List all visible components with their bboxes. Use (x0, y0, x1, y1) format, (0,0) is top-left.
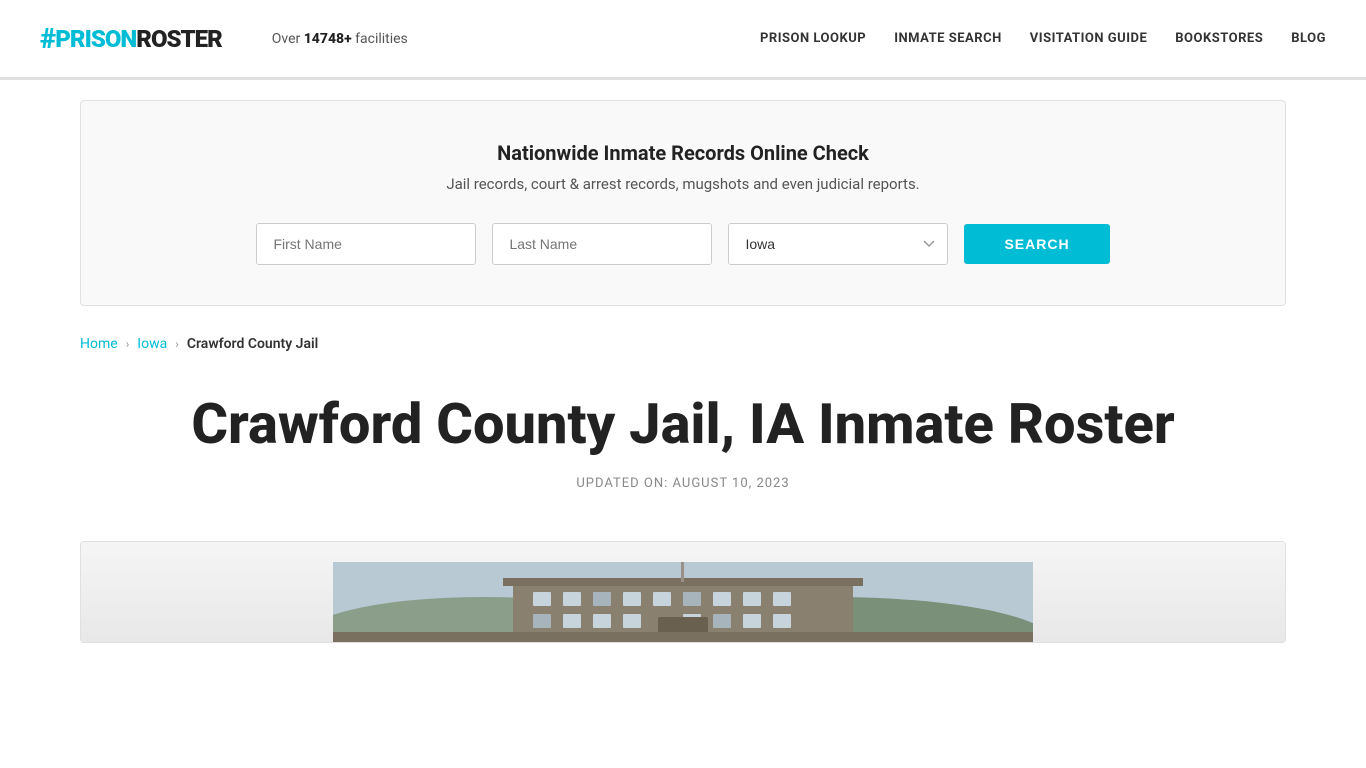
chevron-icon-2: › (175, 337, 179, 351)
logo-roster: ROSTER (136, 25, 221, 53)
facilities-number: 14748+ (304, 31, 352, 47)
facilities-suffix: facilities (352, 31, 408, 47)
nav-bookstores[interactable]: BOOKSTORES (1175, 31, 1263, 46)
nav-prison-lookup[interactable]: PRISON LOOKUP (760, 31, 866, 46)
facilities-prefix: Over (272, 31, 304, 47)
first-name-input[interactable] (256, 223, 476, 265)
page-title: Crawford County Jail, IA Inmate Roster (80, 392, 1286, 456)
last-name-input[interactable] (492, 223, 712, 265)
banner-subtitle: Jail records, court & arrest records, mu… (141, 175, 1225, 193)
site-logo[interactable]: #PRISONROSTER (40, 22, 222, 55)
state-select[interactable]: Iowa Alabama Alaska Arizona Arkansas Cal… (728, 223, 948, 265)
search-banner: Nationwide Inmate Records Online Check J… (80, 100, 1286, 306)
logo-hash: # (40, 22, 55, 55)
nav-inmate-search[interactable]: INMATE SEARCH (894, 31, 1002, 46)
logo-prison: PRISON (55, 25, 136, 53)
breadcrumb-state[interactable]: Iowa (137, 336, 167, 352)
facility-building-svg (333, 562, 1033, 642)
facilities-count-text: Over 14748+ facilities (272, 31, 408, 47)
chevron-icon-1: › (126, 337, 130, 351)
site-header: #PRISONROSTER Over 14748+ facilities PRI… (0, 0, 1366, 80)
nav-blog[interactable]: BLOG (1291, 31, 1326, 46)
nav-visitation-guide[interactable]: VISITATION GUIDE (1030, 31, 1147, 46)
breadcrumb: Home › Iowa › Crawford County Jail (0, 326, 1366, 362)
search-button[interactable]: SEARCH (964, 224, 1109, 264)
main-nav: PRISON LOOKUP INMATE SEARCH VISITATION G… (760, 31, 1326, 46)
updated-date: UPDATED ON: AUGUST 10, 2023 (80, 476, 1286, 491)
facility-image-placeholder (81, 542, 1285, 642)
banner-title: Nationwide Inmate Records Online Check (141, 141, 1225, 165)
facility-image-section (80, 541, 1286, 643)
search-form: Iowa Alabama Alaska Arizona Arkansas Cal… (141, 223, 1225, 265)
breadcrumb-home[interactable]: Home (80, 336, 118, 352)
main-content: Crawford County Jail, IA Inmate Roster U… (0, 362, 1366, 541)
breadcrumb-current: Crawford County Jail (187, 336, 318, 352)
